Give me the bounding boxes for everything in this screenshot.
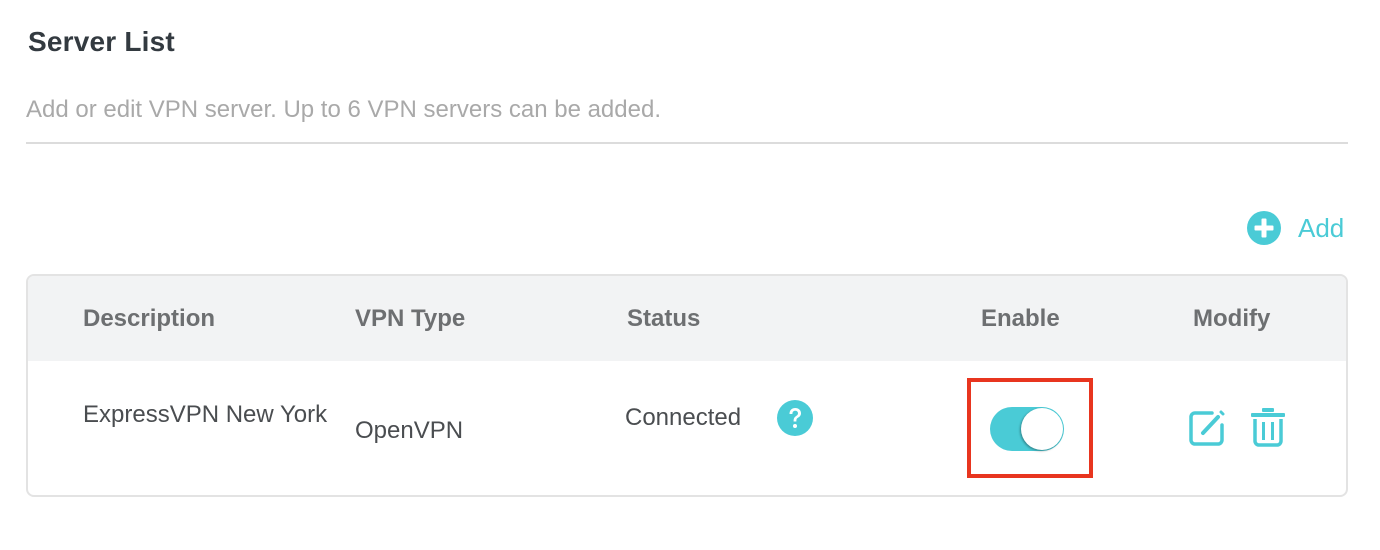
column-header-vpn-type: VPN Type [355,305,466,332]
divider [26,142,1348,144]
server-table: Description VPN Type Status Enable Modif… [26,274,1348,497]
add-server-button[interactable]: Add [1247,210,1344,246]
page-title: Server List [28,26,175,57]
edit-icon[interactable] [1188,409,1226,447]
server-list-page: Server List Add or edit VPN server. Up t… [0,0,1380,550]
cell-status: Connected [625,404,742,431]
plus-circle-icon [1247,211,1281,245]
trash-icon[interactable] [1250,407,1286,447]
question-circle-icon[interactable] [777,400,813,436]
column-header-description: Description [83,305,216,332]
cell-description: ExpressVPN New York [83,401,328,428]
table-header: Description VPN Type Status Enable Modif… [28,276,1346,361]
cell-vpn-type: OpenVPN [355,417,464,444]
enable-toggle[interactable] [990,407,1064,451]
column-header-enable: Enable [981,305,1060,332]
toggle-knob [1021,408,1063,450]
add-label: Add [1298,212,1345,243]
column-header-modify: Modify [1193,305,1271,332]
page-subtitle: Add or edit VPN server. Up to 6 VPN serv… [26,96,661,123]
column-header-status: Status [627,305,701,332]
